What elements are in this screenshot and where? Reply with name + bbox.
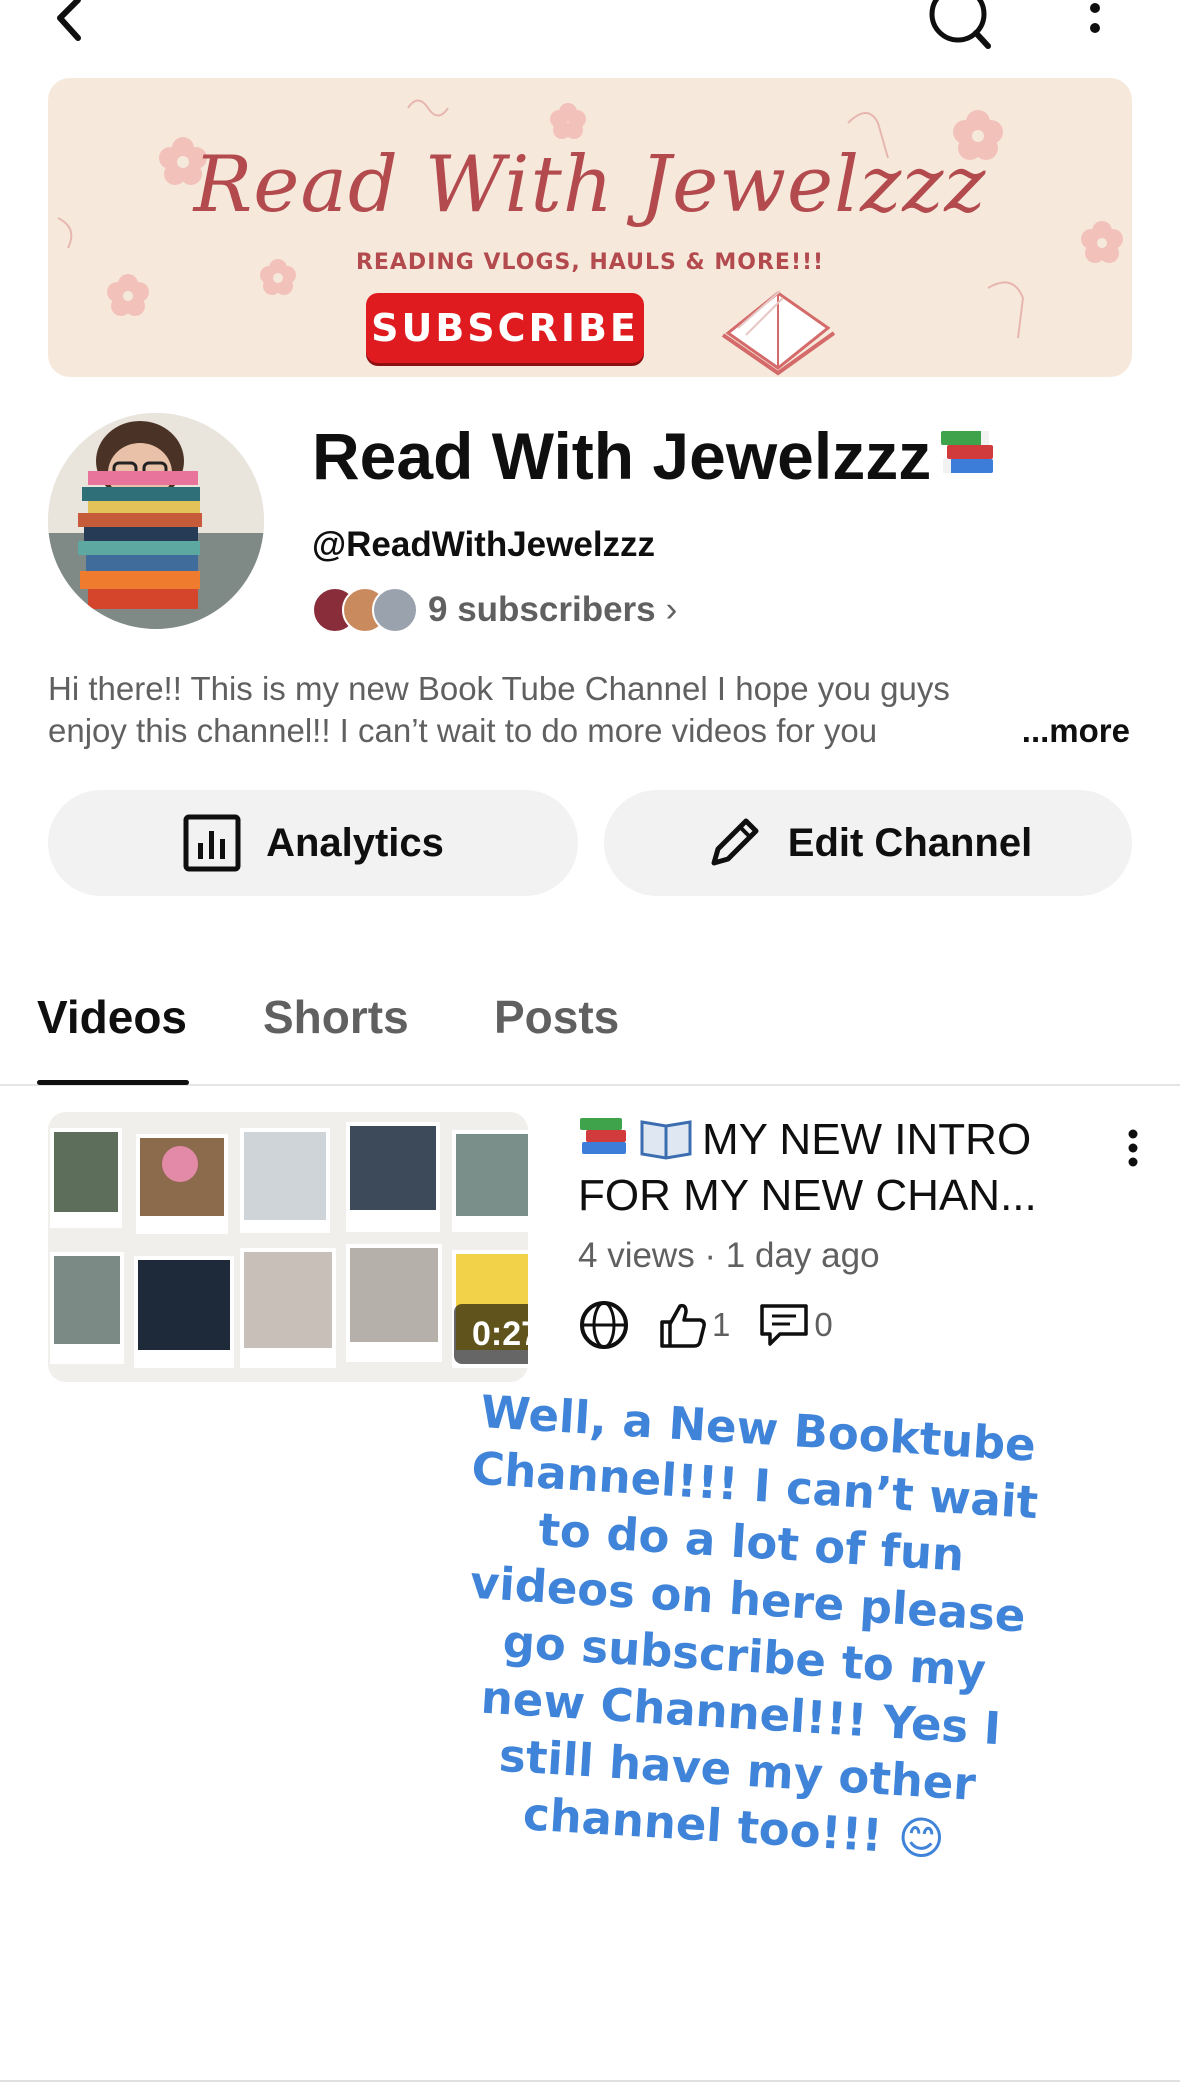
channel-name: Read With Jewelzzz xyxy=(312,418,999,494)
more-options-button[interactable] xyxy=(1075,0,1115,50)
banner-subscribe-graphic: SUBSCRIBE xyxy=(366,293,644,363)
globe-icon xyxy=(580,1301,628,1349)
video-title[interactable]: MY NEW INTRO FOR MY NEW CHAN... xyxy=(578,1112,1098,1224)
overlay-caption: Well, a New Booktube Channel!!! I can’t … xyxy=(468,1385,1040,1867)
channel-description[interactable]: Hi there!! This is my new Book Tube Chan… xyxy=(48,668,1132,754)
tab-videos[interactable]: Videos xyxy=(37,990,187,1044)
bottom-divider xyxy=(0,2080,1180,2082)
tab-shorts[interactable]: Shorts xyxy=(263,990,409,1044)
channel-handle: @ReadWithJewelzzz xyxy=(312,525,656,564)
channel-avatar[interactable] xyxy=(48,413,264,629)
avatar-image xyxy=(48,413,264,629)
tab-posts[interactable]: Posts xyxy=(494,990,619,1044)
chevron-right-icon: › xyxy=(665,590,678,629)
like-count: 1 xyxy=(712,1306,731,1343)
analytics-icon xyxy=(183,814,241,872)
subscriber-count: 9 subscribers xyxy=(428,590,656,629)
pencil-icon xyxy=(711,818,759,866)
video-list-item[interactable]: 0:27 MY NEW INTRO FOR MY NEW CHAN... 4 v… xyxy=(0,1112,1180,1382)
more-link[interactable]: ...more xyxy=(1022,710,1130,752)
video-duration: 0:27 xyxy=(454,1304,528,1364)
video-meta: 4 views · 1 day ago xyxy=(578,1236,880,1275)
channel-banner: Read With Jewelzzz READING VLOGS, HAULS … xyxy=(48,78,1132,377)
analytics-button[interactable]: Analytics xyxy=(48,790,578,896)
kebab-menu-icon xyxy=(1128,1129,1138,1167)
banner-subtitle: READING VLOGS, HAULS & MORE!!! xyxy=(355,250,825,275)
books-emoji-icon xyxy=(578,1114,630,1160)
edit-channel-label: Edit Channel xyxy=(787,820,1033,865)
subscribers-link[interactable]: 9 subscribers › xyxy=(312,585,677,635)
tab-selected-indicator xyxy=(37,1080,189,1085)
thumbs-up-icon xyxy=(660,1303,706,1348)
analytics-label: Analytics xyxy=(266,820,444,865)
comment-count: 0 xyxy=(814,1306,833,1343)
books-emoji-icon xyxy=(937,423,999,485)
subscriber-avatar xyxy=(372,587,418,633)
top-app-bar xyxy=(0,0,1180,60)
search-icon xyxy=(929,0,991,49)
back-button[interactable] xyxy=(44,0,94,50)
subscriber-avatars xyxy=(312,585,422,635)
edit-channel-button[interactable]: Edit Channel xyxy=(604,790,1132,896)
video-thumbnail[interactable]: 0:27 xyxy=(48,1112,528,1382)
open-book-emoji-icon xyxy=(640,1114,692,1160)
comment-icon xyxy=(760,1304,809,1346)
search-button[interactable] xyxy=(924,0,994,50)
channel-tabs: Videos Shorts Posts xyxy=(0,960,1180,1086)
channel-name-text: Read With Jewelzzz xyxy=(312,419,932,493)
video-stats: 1 0 xyxy=(578,1300,861,1350)
description-text: Hi there!! This is my new Book Tube Chan… xyxy=(48,670,950,749)
video-options-button[interactable] xyxy=(1118,1116,1148,1176)
kebab-menu-icon xyxy=(1090,3,1100,33)
back-arrow-icon xyxy=(57,0,81,41)
open-book-illustration xyxy=(721,290,836,376)
banner-title: Read With Jewelzzz xyxy=(193,140,987,230)
